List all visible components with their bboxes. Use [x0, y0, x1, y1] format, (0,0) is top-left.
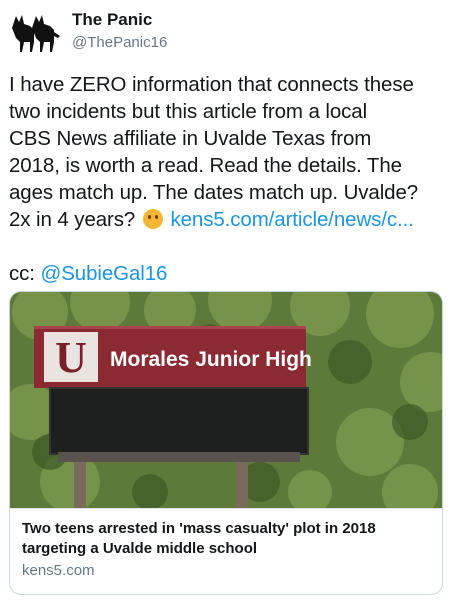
cc-label: cc:	[9, 262, 35, 285]
svg-text:U: U	[55, 333, 87, 382]
card-title[interactable]: Two teens arrested in 'mass casualty' pl…	[22, 519, 432, 559]
link-card[interactable]: U Morales Junior High Two teens arrested…	[9, 291, 443, 595]
avatar[interactable]	[8, 6, 62, 60]
tweet-cc-line: cc: @SubieGal16	[9, 260, 449, 287]
tweet-header: The Panic @ThePanic16	[8, 6, 448, 60]
tweet-line: CBS News affiliate in Uvalde Texas from	[9, 127, 372, 150]
tweet-line: ages match up. The dates match up. Uvald…	[9, 181, 419, 204]
mention-link[interactable]: @SubieGal16	[41, 262, 168, 285]
tweet-text-fragment: 2x in 4 years?	[9, 208, 136, 231]
card-body[interactable]: Two teens arrested in 'mass casualty' pl…	[10, 508, 442, 594]
tweet-text: I have ZERO information that connects th…	[9, 71, 449, 287]
tweet-line: 2018, is worth a read. Read the details.…	[9, 154, 402, 177]
thinking-face-icon	[142, 209, 163, 229]
card-domain: kens5.com	[22, 562, 95, 579]
article-link[interactable]: kens5.com/article/news/c...	[170, 208, 413, 231]
tweet-line-6: 2x in 4 years? kens5.com/article/news/c.…	[9, 206, 449, 233]
display-name[interactable]: The Panic	[72, 10, 152, 30]
user-handle[interactable]: @ThePanic16	[72, 34, 167, 51]
card-image: U Morales Junior High	[10, 292, 442, 508]
sign-text: Morales Junior High	[110, 348, 312, 371]
tweet-line: I have ZERO information that connects th…	[9, 73, 414, 96]
tweet-line: two incidents but this article from a lo…	[9, 100, 368, 123]
